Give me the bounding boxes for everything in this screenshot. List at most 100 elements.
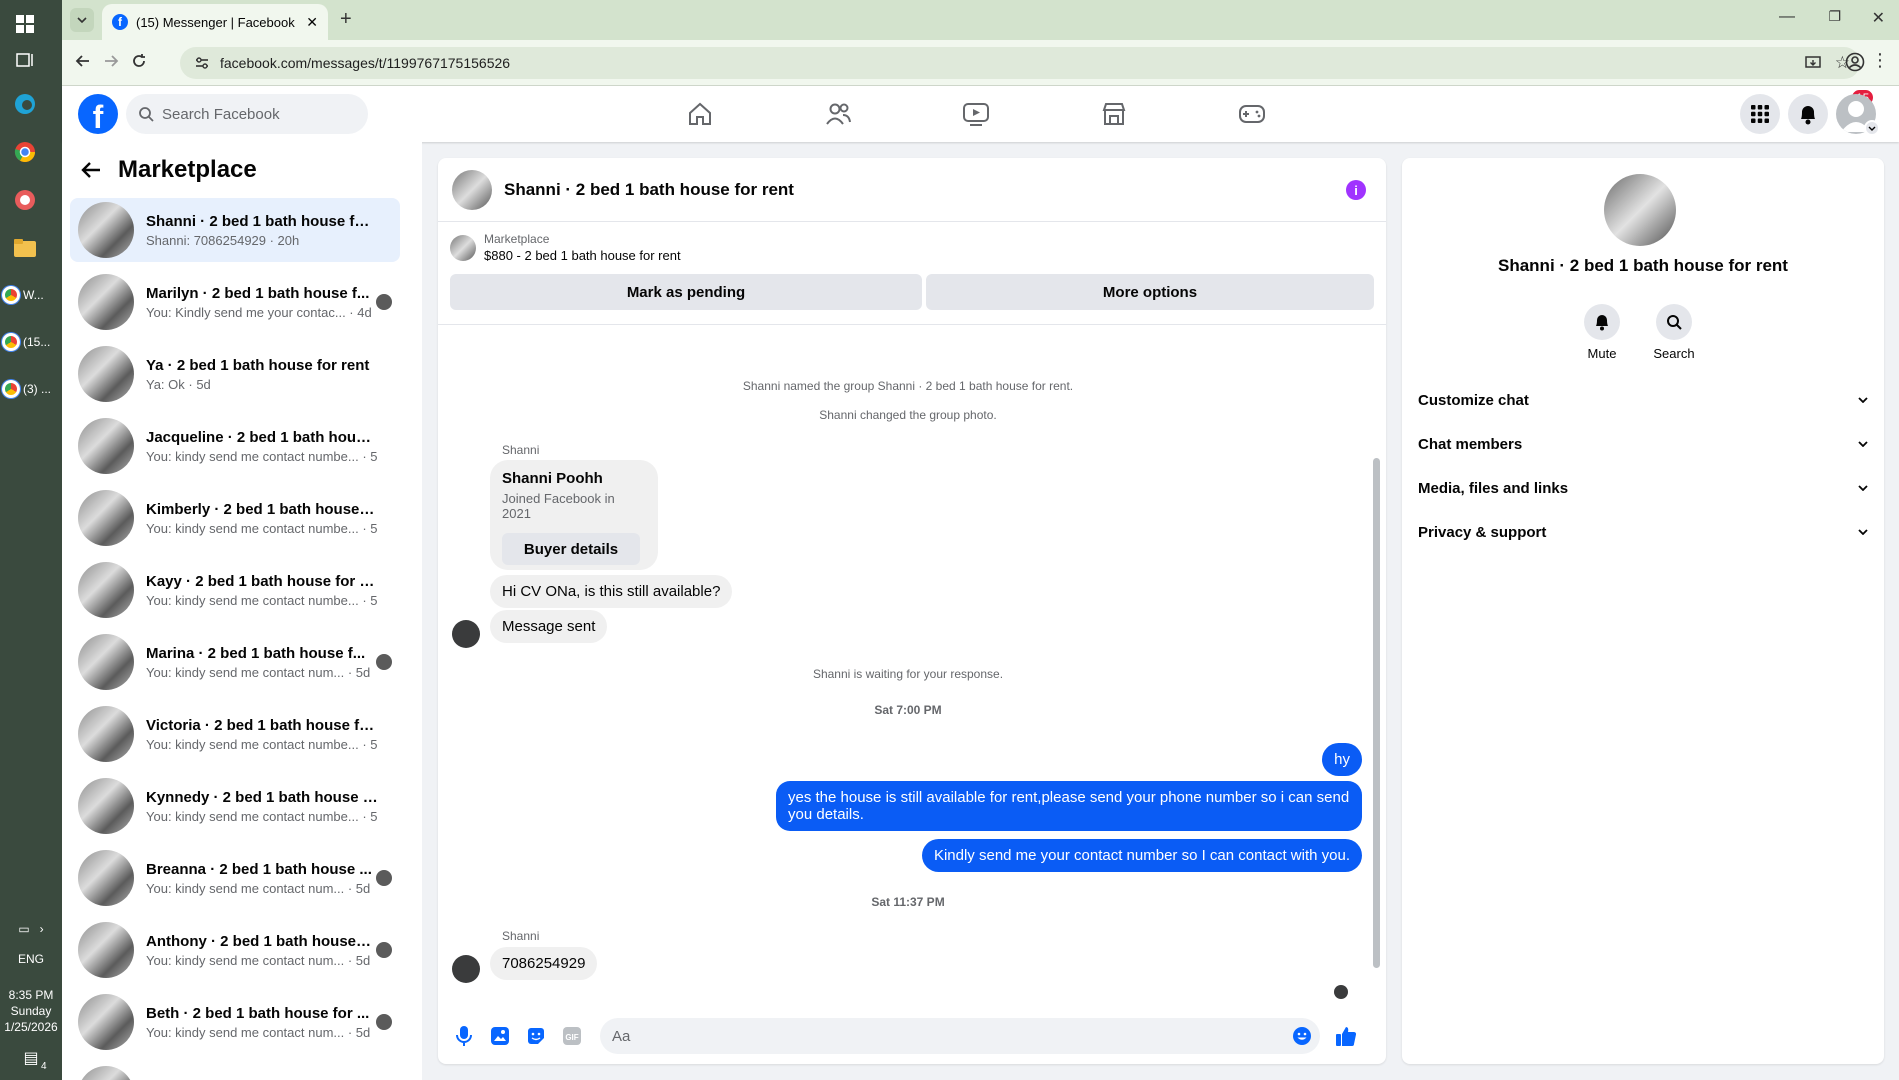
outgoing-message[interactable]: yes the house is still available for ren… [776, 781, 1362, 831]
chat-scrollbar[interactable] [1373, 458, 1380, 968]
listing-thumbnail [78, 634, 134, 690]
conversation-text: Kynnedy · 2 bed 1 bath house fo... You: k… [146, 789, 378, 824]
voice-clip-button[interactable] [452, 1024, 476, 1048]
conversation-preview: You: kindy send me contact num... · 5d [146, 952, 371, 968]
more-options-button[interactable]: More options [926, 274, 1374, 310]
conversation-item[interactable]: Kynnedy · 2 bed 1 bath house fo... You: k… [70, 774, 400, 838]
emoji-button[interactable] [1292, 1026, 1312, 1046]
gif-button[interactable]: GIF [560, 1024, 584, 1048]
search-facebook-input[interactable]: Search Facebook [126, 94, 368, 134]
conversation-item[interactable]: Shanni · 2 bed 1 bath house for r... Shan… [70, 198, 400, 262]
buyer-details-button[interactable]: Buyer details [502, 533, 640, 565]
nav-marketplace[interactable] [1098, 98, 1130, 130]
listing-thumbnail [78, 346, 134, 402]
conversation-item[interactable]: Ya · 2 bed 1 bath house for rent Ya: Ok ·… [70, 342, 400, 406]
media-files-links-section[interactable]: Media, files and links [1418, 468, 1868, 508]
tray-icons[interactable]: ▭ › [0, 922, 62, 936]
install-app-icon[interactable] [1804, 54, 1822, 72]
task-view-icon[interactable] [13, 48, 37, 72]
back-button[interactable] [80, 160, 102, 180]
url-text: facebook.com/messages/t/1199767175156526 [220, 55, 511, 71]
outgoing-message[interactable]: hy [1322, 743, 1362, 776]
conversation-item[interactable]: Lexus · 2 bed 1 bath house for re... [70, 1062, 400, 1080]
conversation-item[interactable]: Anthony · 2 bed 1 bath house ... You: kin… [70, 918, 400, 982]
back-button[interactable] [74, 52, 92, 70]
reload-button[interactable] [130, 52, 148, 70]
conversation-item[interactable]: Beth · 2 bed 1 bath house for ... You: ki… [70, 990, 400, 1054]
clock-time[interactable]: 8:35 PM [0, 988, 62, 1002]
chevron-down-icon [1858, 529, 1868, 535]
conversation-item[interactable]: Victoria · 2 bed 1 bath house for ... You… [70, 702, 400, 766]
sender-avatar[interactable] [452, 955, 480, 983]
browser-menu-icon[interactable]: ⋮ [1871, 50, 1889, 71]
nav-friends[interactable] [822, 98, 854, 130]
incoming-message[interactable]: Hi CV ONa, is this still available? [490, 575, 733, 608]
browser-toolbar: facebook.com/messages/t/1199767175156526… [62, 40, 1899, 86]
group-avatar[interactable] [452, 169, 492, 210]
nav-gaming[interactable] [1236, 98, 1268, 130]
conversation-item[interactable]: Breanna · 2 bed 1 bath house ... You: kin… [70, 846, 400, 910]
tab-search-button[interactable] [70, 8, 94, 32]
sender-avatar[interactable] [452, 620, 480, 648]
conversation-item[interactable]: Kimberly · 2 bed 1 bath house fo... You: … [70, 486, 400, 550]
listing-thumbnail [78, 994, 134, 1050]
taskbar-app-2[interactable]: (15... [2, 327, 60, 357]
conversation-item[interactable]: Jacqueline · 2 bed 1 bath house f... You:… [70, 414, 400, 478]
restore-button[interactable]: ❐ [1828, 8, 1841, 25]
marketplace-listing[interactable]: Marketplace $880 - 2 bed 1 bath house fo… [450, 232, 681, 263]
facebook-logo-icon[interactable]: f [78, 94, 118, 134]
timestamp: Sat 11:37 PM [871, 895, 945, 909]
close-tab-icon[interactable]: ✕ [306, 14, 318, 31]
conversation-item[interactable]: Marilyn · 2 bed 1 bath house f... You: Ki… [70, 270, 400, 334]
nav-watch[interactable] [960, 98, 992, 130]
incoming-message[interactable]: Message sent [490, 610, 608, 643]
conversation-item[interactable]: Marina · 2 bed 1 bath house f... You: kin… [70, 630, 400, 694]
nav-home[interactable] [684, 98, 716, 130]
address-bar[interactable]: facebook.com/messages/t/1199767175156526… [180, 47, 1860, 79]
conversation-item[interactable]: Kayy · 2 bed 1 bath house for rent You: k… [70, 558, 400, 622]
close-window-button[interactable]: ✕ [1872, 8, 1885, 28]
account-chevron-icon[interactable] [1864, 120, 1880, 136]
edge-browser-icon[interactable] [13, 92, 37, 116]
group-avatar-large[interactable] [1604, 174, 1676, 246]
new-tab-button[interactable]: + [340, 8, 352, 31]
taskbar-app-1[interactable]: W... [2, 280, 60, 310]
chrome-icon [2, 380, 20, 398]
listing-thumbnail [78, 1066, 134, 1080]
minimize-button[interactable]: — [1779, 8, 1795, 26]
chrome-icon [2, 286, 20, 304]
language-indicator[interactable]: ENG [0, 952, 62, 966]
search-placeholder: Search Facebook [162, 105, 280, 123]
search-in-conversation-button[interactable]: Search [1644, 304, 1704, 361]
notification-center-icon[interactable]: ▤ 4 [0, 1048, 62, 1072]
chat-header[interactable]: Shanni · 2 bed 1 bath house for rent [438, 158, 1386, 222]
conversation-text: Breanna · 2 bed 1 bath house ... You: kin… [146, 861, 372, 896]
mute-label: Mute [1587, 346, 1617, 361]
like-button[interactable] [1334, 1024, 1358, 1048]
taskbar-app-3[interactable]: (3) ... [2, 374, 60, 404]
sticker-button[interactable] [524, 1024, 548, 1048]
privacy-support-section[interactable]: Privacy & support [1418, 512, 1868, 552]
mute-button[interactable]: Mute [1572, 304, 1632, 361]
incoming-message[interactable]: 7086254929 [490, 947, 598, 980]
message-input[interactable]: Aa [600, 1018, 1320, 1054]
menu-button[interactable] [1740, 94, 1780, 134]
mark-as-pending-button[interactable]: Mark as pending [450, 274, 922, 310]
emoji-icon [1293, 1027, 1311, 1045]
windows-start-icon[interactable] [13, 12, 37, 36]
conversation-name: Jacqueline · 2 bed 1 bath house f... [146, 428, 378, 446]
tab-messenger[interactable]: f (15) Messenger | Facebook ✕ [102, 4, 328, 40]
attach-photo-button[interactable] [488, 1024, 512, 1048]
buyer-profile-card: Shanni Poohh Joined Facebook in 2021 Buy… [490, 460, 658, 570]
profile-button[interactable] [1845, 52, 1865, 72]
info-icon[interactable]: i [1346, 180, 1366, 200]
chat-members-section[interactable]: Chat members [1418, 424, 1868, 464]
chrome-browser-icon[interactable] [13, 140, 37, 164]
site-info-icon[interactable] [194, 55, 210, 71]
customize-chat-section[interactable]: Customize chat [1418, 380, 1868, 420]
forward-button[interactable] [102, 52, 120, 70]
app-icon[interactable] [13, 188, 37, 212]
notifications-button[interactable] [1788, 94, 1828, 134]
outgoing-message[interactable]: Kindly send me your contact number so I … [921, 839, 1362, 872]
file-explorer-icon[interactable] [13, 236, 37, 260]
